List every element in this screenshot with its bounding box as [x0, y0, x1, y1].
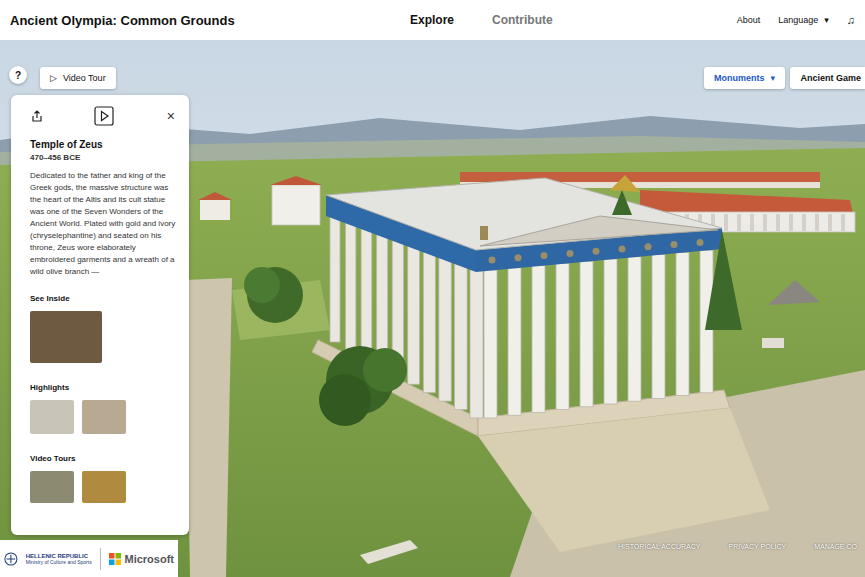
hellenic-republic-label: HELLENIC REPUBLIC — [26, 553, 92, 559]
partner-logos: HELLENIC REPUBLICMinistry of Culture and… — [0, 540, 178, 577]
thumbnail[interactable] — [30, 400, 74, 434]
language-label[interactable]: Language — [778, 15, 818, 25]
monument-dates: 470–456 BCE — [30, 153, 177, 162]
header-links: About Language ▾ ♫ — [737, 14, 855, 26]
section-heading: See Inside — [30, 294, 177, 303]
play-icon[interactable] — [94, 106, 114, 126]
language-menu[interactable]: Language ▾ — [778, 15, 829, 25]
thumbnail[interactable] — [82, 471, 126, 503]
monument-panel: × Temple of Zeus 470–456 BCE Dedicated to t… — [11, 95, 189, 535]
thumbnail-row — [30, 400, 177, 434]
thumbnail[interactable] — [82, 400, 126, 434]
footer-links: HISTORICAL ACCURACY PRIVACY POLICY MANAGE … — [618, 543, 857, 550]
footer-link[interactable]: HISTORICAL ACCURACY — [618, 543, 700, 550]
section-heading: Video Tours — [30, 454, 177, 463]
about-link[interactable]: About — [737, 15, 761, 25]
section-heading: Highlights — [30, 383, 177, 392]
caret-icon[interactable]: ▾ — [770, 73, 775, 83]
close-icon[interactable]: × — [165, 108, 177, 124]
nav-tab[interactable]: Contribute — [492, 13, 553, 27]
main-nav: Explore Contribute — [410, 13, 553, 27]
video-tour-button[interactable]: ▷ Video Tour — [40, 67, 116, 89]
footer-link[interactable]: PRIVACY POLICY — [728, 543, 786, 550]
thumbnail[interactable] — [30, 311, 102, 363]
thumbnail[interactable] — [30, 471, 74, 503]
site-title[interactable]: Ancient Olympia: Common Grounds — [10, 13, 410, 28]
thumbnail-row — [30, 471, 177, 503]
thumbnail-row — [30, 311, 177, 363]
share-icon[interactable] — [30, 109, 44, 123]
footer-link[interactable]: MANAGE CO — [814, 543, 857, 550]
nav-tab[interactable]: Explore — [410, 13, 454, 27]
video-tour-label[interactable]: Video Tour — [63, 73, 106, 83]
ministry-label: Ministry of Culture and Sports — [26, 559, 92, 565]
monument-title: Temple of Zeus — [30, 139, 177, 150]
ancient-games-menu[interactable]: Ancient Game — [790, 67, 865, 89]
monuments-menu[interactable]: Monuments ▾ — [704, 67, 785, 89]
caret-icon[interactable]: ▾ — [824, 15, 829, 25]
play-icon[interactable]: ▷ — [50, 73, 57, 83]
monuments-label[interactable]: Monuments — [714, 73, 765, 83]
help-button[interactable]: ? — [9, 66, 27, 84]
3d-view[interactable]: ? ▷ Video Tour Monuments ▾ Ancient Game × Templ… — [0, 40, 865, 577]
microsoft-logo: Microsoft — [109, 553, 175, 565]
hellenic-emblem-icon — [4, 551, 18, 567]
microsoft-squares-icon — [109, 553, 121, 565]
microsoft-label: Microsoft — [125, 553, 175, 565]
monument-description: Dedicated to the father and king of the … — [30, 170, 177, 278]
top-bar: Ancient Olympia: Common GroundsExplore Co… — [0, 0, 865, 40]
music-icon[interactable]: ♫ — [847, 14, 855, 26]
